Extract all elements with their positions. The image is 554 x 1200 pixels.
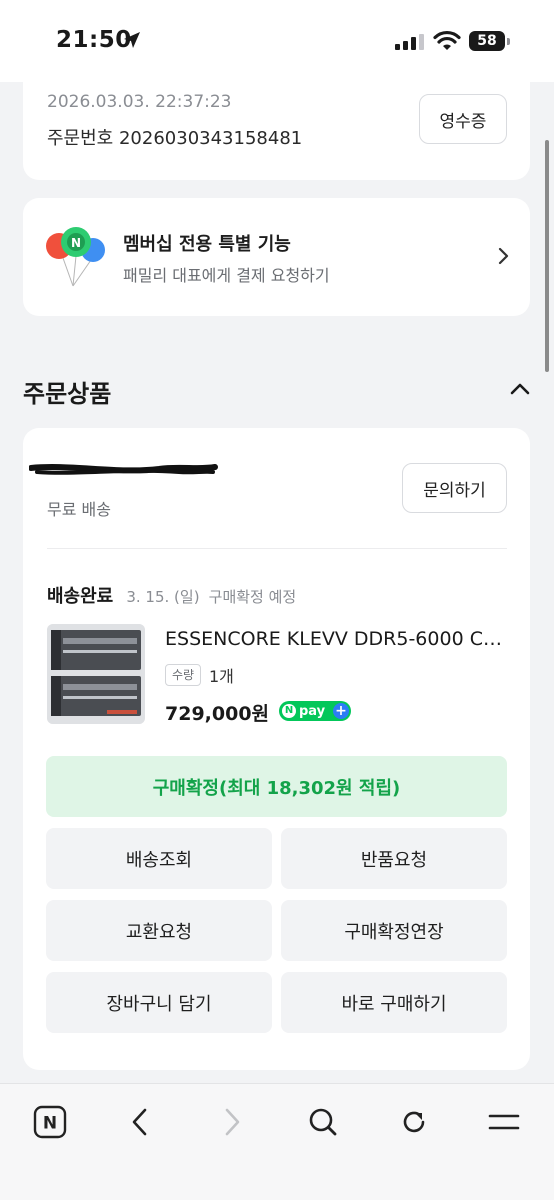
wifi-icon bbox=[433, 30, 461, 50]
divider bbox=[47, 548, 507, 549]
product-price: 729,000원 bbox=[165, 703, 270, 725]
cellular-signal-icon bbox=[395, 34, 424, 50]
quantity-value: 1개 bbox=[209, 667, 234, 686]
track-delivery-button[interactable]: 배송조회 bbox=[46, 828, 272, 889]
naver-home-icon: N bbox=[33, 1105, 67, 1139]
home-button[interactable]: N bbox=[30, 1102, 70, 1142]
membership-subtitle: 패밀리 대표에게 결제 요청하기 bbox=[123, 266, 330, 285]
exchange-request-button[interactable]: 교환요청 bbox=[46, 900, 272, 961]
ram-module-image bbox=[47, 624, 145, 724]
product-thumbnail[interactable] bbox=[47, 624, 145, 724]
search-icon bbox=[309, 1108, 337, 1136]
forward-arrow-icon bbox=[225, 1108, 240, 1136]
balloons-icon: N bbox=[46, 227, 105, 287]
order-datetime: 2026.03.03. 22:37:23 bbox=[47, 92, 232, 112]
order-info-card: 2026.03.03. 22:37:23 주문번호 20260303431584… bbox=[23, 70, 530, 180]
npay-label: pay bbox=[299, 703, 326, 719]
delivery-status: 배송완료 bbox=[47, 586, 114, 607]
confirm-note: 구매확정 예정 bbox=[208, 588, 297, 606]
scroll-indicator[interactable] bbox=[545, 140, 549, 372]
extend-confirm-button[interactable]: 구매확정연장 bbox=[281, 900, 507, 961]
bottom-toolbar: N bbox=[0, 1083, 554, 1200]
battery-tip bbox=[507, 38, 510, 45]
location-arrow-icon bbox=[124, 32, 140, 48]
seller-name-redaction bbox=[29, 464, 218, 475]
order-number-row: 주문번호 2026030343158481 bbox=[47, 124, 302, 150]
buy-now-button[interactable]: 바로 구매하기 bbox=[281, 972, 507, 1033]
npay-n-icon: N bbox=[282, 704, 296, 718]
refresh-button[interactable] bbox=[394, 1102, 434, 1142]
product-name[interactable]: ESSENCORE KLEVV DDR5-6000 CL30 CRAS V RG… bbox=[165, 628, 510, 650]
plus-icon: + bbox=[333, 703, 349, 719]
order-number-label: 주문번호 bbox=[47, 128, 114, 149]
home-letter: N bbox=[43, 1114, 57, 1134]
chevron-right-icon bbox=[498, 247, 509, 265]
membership-title: 멤버십 전용 특별 기능 bbox=[123, 234, 291, 255]
add-to-cart-button[interactable]: 장바구니 담기 bbox=[46, 972, 272, 1033]
refresh-icon bbox=[403, 1111, 425, 1133]
battery-indicator: 58 bbox=[469, 31, 505, 51]
return-request-button[interactable]: 반품요청 bbox=[281, 828, 507, 889]
purchase-confirm-button[interactable]: 구매확정(최대 18,302원 적립) bbox=[46, 756, 507, 817]
forward-button[interactable] bbox=[212, 1102, 252, 1142]
delivery-status-row: 배송완료 3. 15. (일) 구매확정 예정 bbox=[47, 582, 296, 608]
inquiry-button[interactable]: 문의하기 bbox=[402, 463, 507, 513]
status-time: 21:50 bbox=[56, 27, 132, 53]
receipt-button[interactable]: 영수증 bbox=[419, 94, 507, 144]
chevron-up-icon[interactable] bbox=[509, 381, 531, 397]
search-button[interactable] bbox=[303, 1102, 343, 1142]
menu-button[interactable] bbox=[484, 1102, 524, 1142]
back-arrow-icon bbox=[132, 1108, 147, 1136]
npay-plus-badge: N pay + bbox=[279, 701, 351, 721]
balloon-badge-letter: N bbox=[71, 236, 81, 250]
order-number-value: 2026030343158481 bbox=[118, 128, 303, 149]
membership-feature-card[interactable]: N 멤버십 전용 특별 기능 패밀리 대표에게 결제 요청하기 bbox=[23, 198, 530, 316]
back-button[interactable] bbox=[120, 1102, 160, 1142]
section-title: 주문상품 bbox=[23, 380, 112, 408]
shipping-fee: 무료 배송 bbox=[47, 500, 111, 519]
confirm-date: 3. 15. (일) bbox=[126, 588, 200, 606]
order-product-card: 문의하기 무료 배송 배송완료 3. 15. (일) 구매확정 예정 ESSEN… bbox=[23, 428, 530, 1070]
quantity-label: 수량 bbox=[165, 664, 202, 686]
hamburger-menu-icon bbox=[488, 1114, 520, 1130]
